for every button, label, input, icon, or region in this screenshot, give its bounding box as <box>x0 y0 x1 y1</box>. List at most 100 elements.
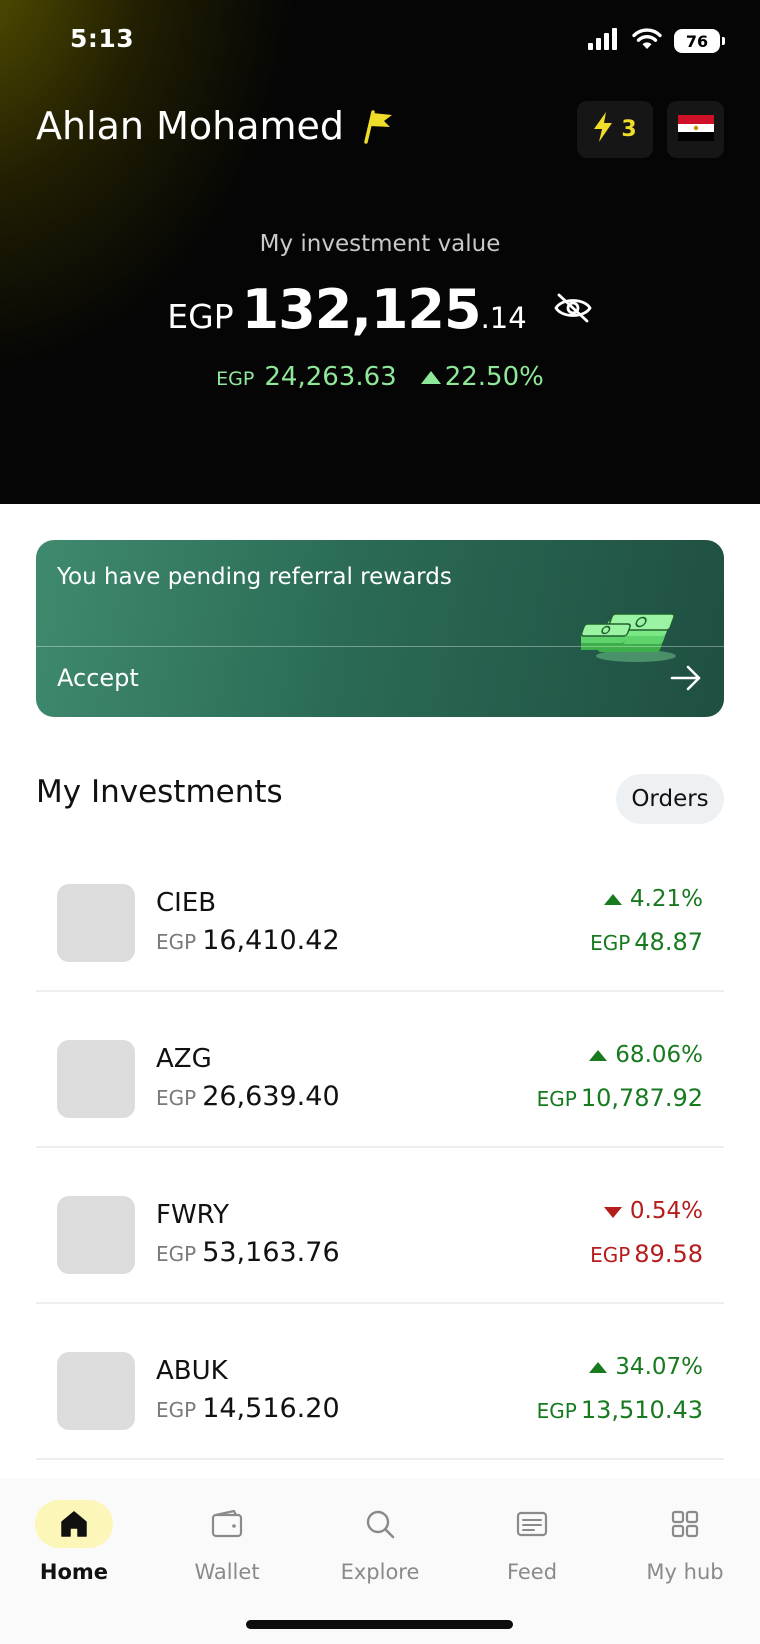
stock-gain-amount: 10,787.92 <box>580 1084 703 1112</box>
stock-gain: EGP 10,787.92 <box>537 1084 703 1112</box>
stock-gain-currency: EGP <box>536 1399 577 1423</box>
stock-gain: EGP 89.58 <box>590 1240 703 1268</box>
country-selector-button[interactable] <box>667 101 724 158</box>
status-bar: 5:13 76 <box>0 0 760 84</box>
change-amount: 24,263.63 <box>264 362 397 392</box>
change-currency: EGP <box>216 368 255 390</box>
nav-label: Explore <box>340 1560 420 1584</box>
investment-row[interactable]: ABUK EGP 14,516.20 34.07% EGP 13,510.43 <box>36 1304 724 1460</box>
stock-change-percent-value: 4.21% <box>629 886 703 912</box>
money-stack-icon <box>576 586 691 670</box>
stock-value: EGP 26,639.40 <box>156 1081 340 1112</box>
home-indicator[interactable] <box>246 1620 513 1629</box>
nav-item-home[interactable]: Home <box>0 1500 149 1584</box>
stock-logo <box>57 1352 135 1430</box>
stock-value: EGP 16,410.42 <box>156 925 340 956</box>
stock-value-currency: EGP <box>156 1398 197 1422</box>
stock-value-amount: 16,410.42 <box>202 925 340 956</box>
stock-change-percent-value: 34.07% <box>615 1354 703 1380</box>
investment-row[interactable]: AZG EGP 26,639.40 68.06% EGP 10,787.92 <box>36 992 724 1148</box>
nav-item-my-hub[interactable]: My hub <box>610 1500 760 1584</box>
nav-item-feed[interactable]: Feed <box>457 1500 607 1584</box>
wifi-icon <box>632 28 662 54</box>
nav-label: My hub <box>646 1560 724 1584</box>
stock-value: EGP 14,516.20 <box>156 1393 340 1424</box>
change-percent-value: 22.50% <box>444 362 544 392</box>
wallet-icon <box>188 1500 266 1548</box>
referral-rewards-card[interactable]: You have pending referral rewards Accept <box>36 540 724 717</box>
yellow-flag-icon <box>356 106 396 146</box>
investment-value-main: 132,125 <box>241 278 482 341</box>
nav-label: Feed <box>506 1560 558 1584</box>
home-icon <box>35 1500 113 1548</box>
streak-button[interactable]: 3 <box>577 101 653 158</box>
search-icon <box>341 1500 419 1548</box>
lightning-icon <box>593 111 613 148</box>
nav-label: Wallet <box>194 1560 260 1584</box>
stock-ticker: AZG <box>156 1044 212 1074</box>
stock-value-amount: 26,639.40 <box>202 1081 340 1112</box>
investment-row[interactable]: CIEB EGP 16,410.42 4.21% EGP 48.87 <box>36 836 724 992</box>
stock-gain-currency: EGP <box>536 1087 577 1111</box>
stock-change-percent: 4.21% <box>603 886 703 912</box>
stock-ticker: CIEB <box>156 888 217 918</box>
triangle-up-icon <box>420 362 441 392</box>
investment-row[interactable]: FWRY EGP 53,163.76 0.54% EGP 89.58 <box>36 1148 724 1304</box>
investment-currency: EGP <box>167 297 234 336</box>
stock-value: EGP 53,163.76 <box>156 1237 340 1268</box>
stock-ticker: FWRY <box>156 1200 229 1230</box>
portfolio-header: 5:13 76 Ahlan Mohamed 3 My investment va… <box>0 0 760 504</box>
stock-change-percent-value: 0.54% <box>629 1198 703 1224</box>
stock-logo <box>57 884 135 962</box>
stock-logo <box>57 1040 135 1118</box>
nav-item-wallet[interactable]: Wallet <box>152 1500 302 1584</box>
triangle-up-icon <box>589 1354 608 1380</box>
investment-change: EGP 24,263.63 22.50% <box>0 362 760 392</box>
stock-gain-currency: EGP <box>590 931 631 955</box>
triangle-up-icon <box>589 1042 608 1068</box>
grid-icon <box>646 1500 724 1548</box>
stock-change-percent: 34.07% <box>589 1354 703 1380</box>
battery-icon: 76 <box>674 29 725 53</box>
triangle-up-icon <box>603 886 622 912</box>
investment-value-label: My investment value <box>259 231 501 257</box>
referral-accept-link[interactable]: Accept <box>57 664 139 692</box>
investment-value-decimal: .14 <box>480 301 527 335</box>
stock-change-percent-value: 68.06% <box>615 1042 703 1068</box>
change-percent: 22.50% <box>420 362 544 392</box>
arrow-right-icon[interactable] <box>670 664 702 696</box>
stock-value-currency: EGP <box>156 1086 197 1110</box>
stock-value-amount: 14,516.20 <box>202 1393 340 1424</box>
streak-count: 3 <box>621 117 637 142</box>
stock-change-percent: 0.54% <box>603 1198 703 1224</box>
stock-gain-amount: 13,510.43 <box>580 1396 703 1424</box>
stock-ticker: ABUK <box>156 1356 228 1386</box>
investments-list: CIEB EGP 16,410.42 4.21% EGP 48.87 AZG E… <box>36 836 724 1460</box>
status-icons: 76 <box>588 28 725 54</box>
triangle-down-icon <box>603 1198 622 1224</box>
referral-divider <box>36 646 724 647</box>
stock-value-currency: EGP <box>156 930 197 954</box>
greeting: Ahlan Mohamed <box>36 104 396 148</box>
stock-value-amount: 53,163.76 <box>202 1237 340 1268</box>
investment-value: EGP 132,125 .14 <box>0 278 760 341</box>
feed-icon <box>493 1500 571 1548</box>
egypt-flag-icon <box>677 114 714 145</box>
status-time: 5:13 <box>70 24 135 53</box>
stock-gain: EGP 48.87 <box>590 928 703 956</box>
hide-balance-eye-icon[interactable] <box>553 292 593 328</box>
stock-gain-amount: 48.87 <box>634 928 703 956</box>
orders-button[interactable]: Orders <box>616 774 724 824</box>
cellular-signal-icon <box>588 28 620 54</box>
stock-value-currency: EGP <box>156 1242 197 1266</box>
investments-title: My Investments <box>36 774 283 810</box>
nav-label: Home <box>39 1560 109 1584</box>
stock-gain-currency: EGP <box>590 1243 631 1267</box>
referral-title: You have pending referral rewards <box>57 564 452 590</box>
greeting-text: Ahlan Mohamed <box>36 104 345 148</box>
nav-item-explore[interactable]: Explore <box>305 1500 455 1584</box>
stock-gain-amount: 89.58 <box>634 1240 703 1268</box>
stock-logo <box>57 1196 135 1274</box>
stock-change-percent: 68.06% <box>589 1042 703 1068</box>
stock-gain: EGP 13,510.43 <box>537 1396 703 1424</box>
